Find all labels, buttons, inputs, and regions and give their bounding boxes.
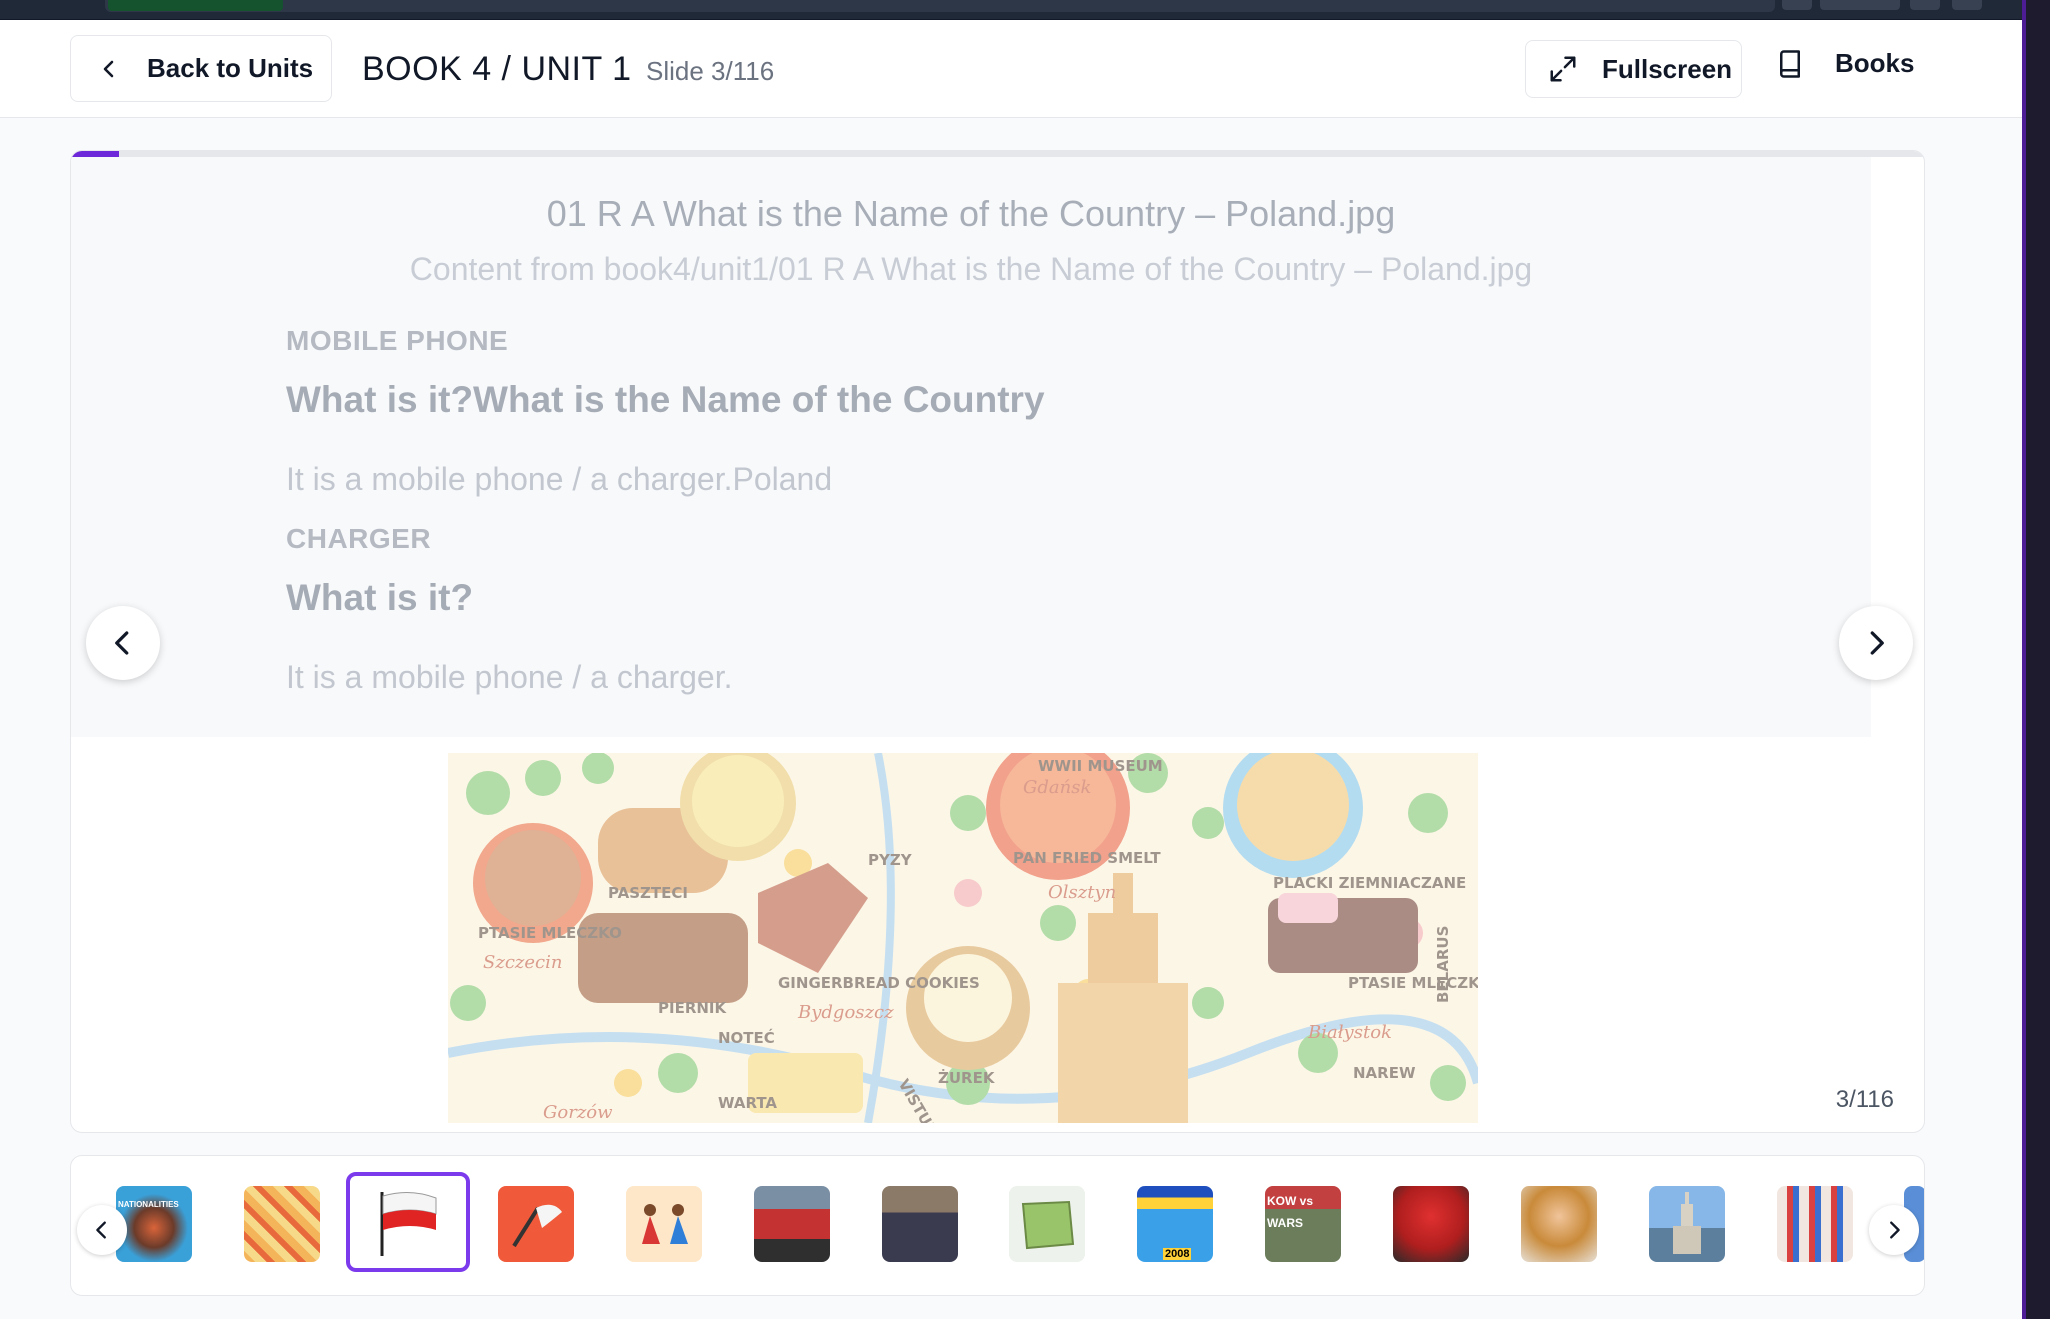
thumbnail-caption: NATIONALITIES xyxy=(118,1200,179,1209)
chevron-left-icon xyxy=(96,1221,106,1239)
svg-text:PTASIE MLECZKO: PTASIE MLECZKO xyxy=(478,924,622,942)
books-button[interactable]: Books xyxy=(1775,48,1914,79)
back-to-units-button[interactable]: Back to Units xyxy=(70,35,332,102)
slide-indicator: Slide 3/116 xyxy=(646,56,775,86)
slide-text-panel: 01 R A What is the Name of the Country –… xyxy=(71,157,1871,737)
map-icon xyxy=(1021,1200,1075,1250)
previous-slide-button[interactable] xyxy=(86,606,160,680)
thumbnail[interactable] xyxy=(244,1186,320,1262)
slide-file-subtitle: Content from book4/unit1/01 R A What is … xyxy=(409,251,1533,287)
browser-menu[interactable] xyxy=(1820,0,1900,10)
vocab-question: What is it?What is the Name of the Count… xyxy=(286,379,1045,420)
svg-text:PAN FRIED SMELT: PAN FRIED SMELT xyxy=(1013,849,1161,867)
vocab-block: MOBILE PHONE What is it?What is the Name… xyxy=(286,325,1045,498)
vocab-question: What is it? xyxy=(286,577,474,618)
svg-text:Gorzów: Gorzów xyxy=(543,1102,613,1123)
svg-text:Szczecin: Szczecin xyxy=(483,952,562,973)
svg-text:Gdańsk: Gdańsk xyxy=(1023,777,1091,798)
vocab-answer: It is a mobile phone / a charger. xyxy=(286,659,733,695)
svg-text:ŻUREK: ŻUREK xyxy=(938,1068,996,1087)
poland-food-map-illustration: WWII MUSEUM PYZY PASZTECI PAN FRIED SMELT PL… xyxy=(448,753,1478,1123)
dancers-icon xyxy=(642,1204,688,1244)
chevron-right-icon xyxy=(1890,1221,1900,1239)
svg-text:Bydgoszcz: Bydgoszcz xyxy=(797,1002,894,1023)
slide-file-title: 01 R A What is the Name of the Country –… xyxy=(546,193,1396,234)
browser-control[interactable] xyxy=(1782,0,1812,10)
address-bar-host xyxy=(108,0,283,11)
thumbnail[interactable] xyxy=(882,1186,958,1262)
chevron-right-icon xyxy=(1870,631,1884,655)
palace-icon xyxy=(1673,1192,1701,1254)
fullscreen-button[interactable]: Fullscreen xyxy=(1525,40,1742,98)
thumbnail[interactable] xyxy=(1009,1186,1085,1262)
books-label: Books xyxy=(1835,48,1915,78)
svg-text:PIERNIK: PIERNIK xyxy=(658,999,728,1017)
thumbnail-selected[interactable] xyxy=(346,1172,470,1272)
thumbnail[interactable]: KOW vs WARS xyxy=(1265,1186,1341,1262)
app: Back to Units BOOK 4 / UNIT 1 Slide 3/11… xyxy=(0,20,2022,1319)
thumbnail[interactable] xyxy=(1777,1186,1853,1262)
fullscreen-label: Fullscreen xyxy=(1602,53,1733,84)
thumbnail-caption: 2008 xyxy=(1163,1248,1192,1260)
svg-text:NOTEĆ: NOTEĆ xyxy=(718,1028,775,1047)
browser-control[interactable] xyxy=(1910,0,1940,10)
vocab-label: MOBILE PHONE xyxy=(286,325,509,356)
thumbnail[interactable] xyxy=(1393,1186,1469,1262)
svg-text:Białystok: Białystok xyxy=(1307,1022,1392,1043)
back-label: Back to Units xyxy=(147,53,314,83)
svg-text:PTASIE MLECZKO: PTASIE MLECZKO xyxy=(1348,974,1478,992)
flag-icon xyxy=(512,1204,562,1248)
svg-text:BELARUS: BELARUS xyxy=(1434,926,1452,1003)
svg-text:WARTA: WARTA xyxy=(718,1094,777,1112)
browser-control[interactable] xyxy=(1952,0,1982,10)
thumbnail[interactable] xyxy=(1521,1186,1597,1262)
poland-flag-icon xyxy=(370,1186,446,1258)
book-icon xyxy=(1780,49,1800,78)
thumbnail[interactable] xyxy=(498,1186,574,1262)
svg-text:GINGERBREAD COOKIES: GINGERBREAD COOKIES xyxy=(778,974,980,992)
svg-text:PASZTECI: PASZTECI xyxy=(608,884,688,902)
address-bar[interactable] xyxy=(105,0,1775,12)
thumbnails-prev-button[interactable] xyxy=(77,1205,127,1255)
thumbnail-row: NATIONALITIES 2008 KOW vs WARS xyxy=(71,1156,1924,1295)
svg-text:WWII MUSEUM: WWII MUSEUM xyxy=(1038,757,1163,775)
svg-text:PLACKI ZIEMNIACZANE: PLACKI ZIEMNIACZANE xyxy=(1273,874,1466,892)
chevron-left-icon xyxy=(115,631,129,655)
window-edge xyxy=(2022,0,2050,1319)
svg-text:NAREW: NAREW xyxy=(1353,1064,1416,1082)
svg-text:PYZY: PYZY xyxy=(868,851,913,869)
thumbnail[interactable] xyxy=(1649,1186,1725,1262)
svg-text:Olsztyn: Olsztyn xyxy=(1048,882,1116,903)
vocab-answer: It is a mobile phone / a charger.Poland xyxy=(286,461,833,497)
chevron-left-icon xyxy=(103,60,114,77)
browser-chrome xyxy=(0,0,2050,20)
slide-card: 01 R A What is the Name of the Country –… xyxy=(70,150,1925,1133)
thumbnail[interactable] xyxy=(754,1186,830,1262)
thumbnails-next-button[interactable] xyxy=(1869,1205,1919,1255)
thumbnail[interactable]: 2008 xyxy=(1137,1186,1213,1262)
top-bar: Back to Units BOOK 4 / UNIT 1 Slide 3/11… xyxy=(0,20,2022,118)
vocab-block: CHARGER What is it? It is a mobile phone… xyxy=(286,523,732,696)
thumbnail[interactable] xyxy=(626,1186,702,1262)
thumbnail-caption: KOW vs WARS xyxy=(1267,1194,1314,1230)
thumbnail-strip: NATIONALITIES 2008 KOW vs WARS xyxy=(70,1155,1925,1296)
vocab-label: CHARGER xyxy=(286,523,432,554)
thumbnail[interactable]: NATIONALITIES xyxy=(116,1186,192,1262)
next-slide-button[interactable] xyxy=(1839,606,1913,680)
expand-icon xyxy=(1550,56,1576,82)
slide-counter: 3/116 xyxy=(1835,1086,1894,1113)
illustration-art: WWII MUSEUM PYZY PASZTECI PAN FRIED SMELT PL… xyxy=(448,753,1478,1123)
page-title: BOOK 4 / UNIT 1 xyxy=(362,50,632,88)
